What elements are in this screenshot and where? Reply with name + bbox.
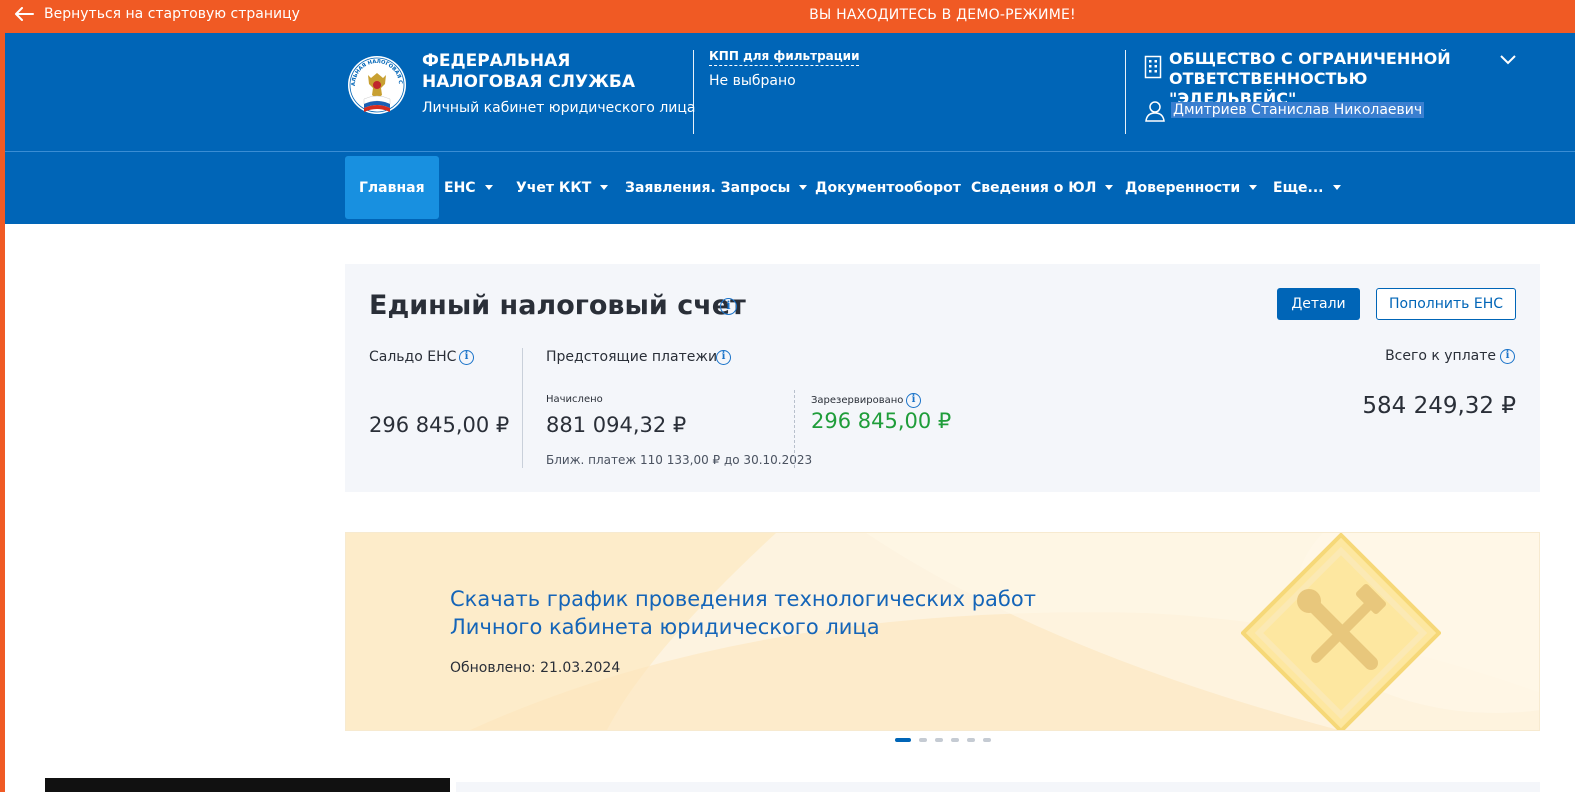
fns-emblem-logo[interactable]: ФЕДЕРАЛЬНАЯ НАЛОГОВАЯ СЛУЖБА [343, 47, 408, 119]
info-icon[interactable]: i [720, 298, 737, 315]
total-due-value: 584 249,32 ₽ [1362, 393, 1516, 419]
caret-down-icon [484, 185, 493, 190]
accrued-label: Начислено [546, 394, 603, 405]
caret-down-icon [600, 185, 609, 190]
total-due-label: Всего к уплате [1385, 348, 1496, 364]
main-nav: Главная ЕНС Учет ККТ Заявления. Запросы … [5, 152, 1575, 224]
details-button[interactable]: Детали [1277, 288, 1360, 320]
banner-updated-date: Обновлено: 21.03.2024 [450, 660, 621, 676]
ens-title: Единый налоговый счет [369, 290, 746, 321]
accrued-value: 881 094,32 ₽ [546, 413, 687, 437]
caret-down-icon [1332, 185, 1341, 190]
carousel-dot[interactable] [951, 738, 959, 742]
building-icon [1144, 55, 1162, 79]
topup-ens-button[interactable]: Пополнить ЕНС [1376, 288, 1516, 320]
carousel-dot[interactable] [983, 738, 991, 742]
bottom-dark-panel [45, 778, 450, 792]
nav-item-powers-of-attorney[interactable]: Доверенности [1125, 156, 1258, 219]
carousel-dots [895, 738, 999, 742]
site-header: ФЕДЕРАЛЬНАЯ НАЛОГОВАЯ СЛУЖБА ФЕДЕРАЛЬНАЯ… [5, 33, 1575, 151]
info-icon[interactable]: i [906, 393, 921, 408]
carousel-dot[interactable] [895, 738, 911, 742]
user-name-link[interactable]: Дмитриев Станислав Николаевич [1171, 102, 1425, 118]
carousel-dot[interactable] [935, 738, 943, 742]
demo-mode-bar: Вернуться на стартовую страницу ВЫ НАХОД… [0, 0, 1575, 33]
header-divider [1125, 50, 1126, 134]
carousel-dot[interactable] [919, 738, 927, 742]
org-title: ФЕДЕРАЛЬНАЯ НАЛОГОВАЯ СЛУЖБА [422, 51, 635, 92]
info-icon[interactable]: i [459, 350, 474, 365]
nav-item-ens[interactable]: ЕНС [444, 156, 493, 219]
demo-mode-message: ВЫ НАХОДИТЕСЬ В ДЕМО-РЕЖИМЕ! [809, 7, 1076, 23]
nav-item-documents[interactable]: Документооборот [815, 156, 961, 219]
column-divider [522, 348, 523, 468]
saldo-label: Сальдо ЕНС [369, 349, 457, 365]
company-name[interactable]: ОБЩЕСТВО С ОГРАНИЧЕННОЙ ОТВЕТСТВЕННОСТЬЮ… [1169, 49, 1489, 109]
reserved-label: Зарезервировано [811, 395, 904, 406]
nav-item-kkt[interactable]: Учет ККТ [516, 156, 609, 219]
ens-card: Единый налоговый счет i Детали Пополнить… [345, 264, 1540, 492]
caret-down-icon [1105, 185, 1114, 190]
nav-item-more[interactable]: Еще... [1273, 156, 1341, 219]
promo-banner: Скачать график проведения технологически… [345, 532, 1540, 731]
tools-warning-sign-icon [1241, 533, 1441, 730]
kpp-filter-label[interactable]: КПП для фильтрации [709, 49, 860, 66]
nav-item-company-info[interactable]: Сведения о ЮЛ [971, 156, 1114, 219]
column-divider [794, 390, 795, 468]
banner-title-link[interactable]: Скачать график проведения технологически… [450, 585, 1036, 641]
caret-down-icon [799, 185, 808, 190]
carousel-dot[interactable] [967, 738, 975, 742]
chevron-down-icon[interactable] [1500, 55, 1516, 65]
saldo-value: 296 845,00 ₽ [369, 413, 510, 437]
upcoming-payments-label: Предстоящие платежи [546, 349, 718, 365]
kpp-filter-value[interactable]: Не выбрано [709, 73, 796, 89]
info-icon[interactable]: i [1500, 349, 1515, 364]
header-divider [693, 50, 694, 134]
nav-item-applications[interactable]: Заявления. Запросы [625, 156, 808, 219]
nav-item-home[interactable]: Главная [345, 156, 439, 219]
bottom-light-panel [456, 782, 1540, 792]
reserved-value: 296 845,00 ₽ [811, 409, 952, 433]
org-subtitle: Личный кабинет юридического лица [422, 100, 696, 116]
nearest-payment: Ближ. платеж 110 133,00 ₽ до 30.10.2023 [546, 453, 813, 467]
caret-down-icon [1249, 185, 1258, 190]
user-icon [1145, 101, 1165, 122]
info-icon[interactable]: i [716, 350, 731, 365]
